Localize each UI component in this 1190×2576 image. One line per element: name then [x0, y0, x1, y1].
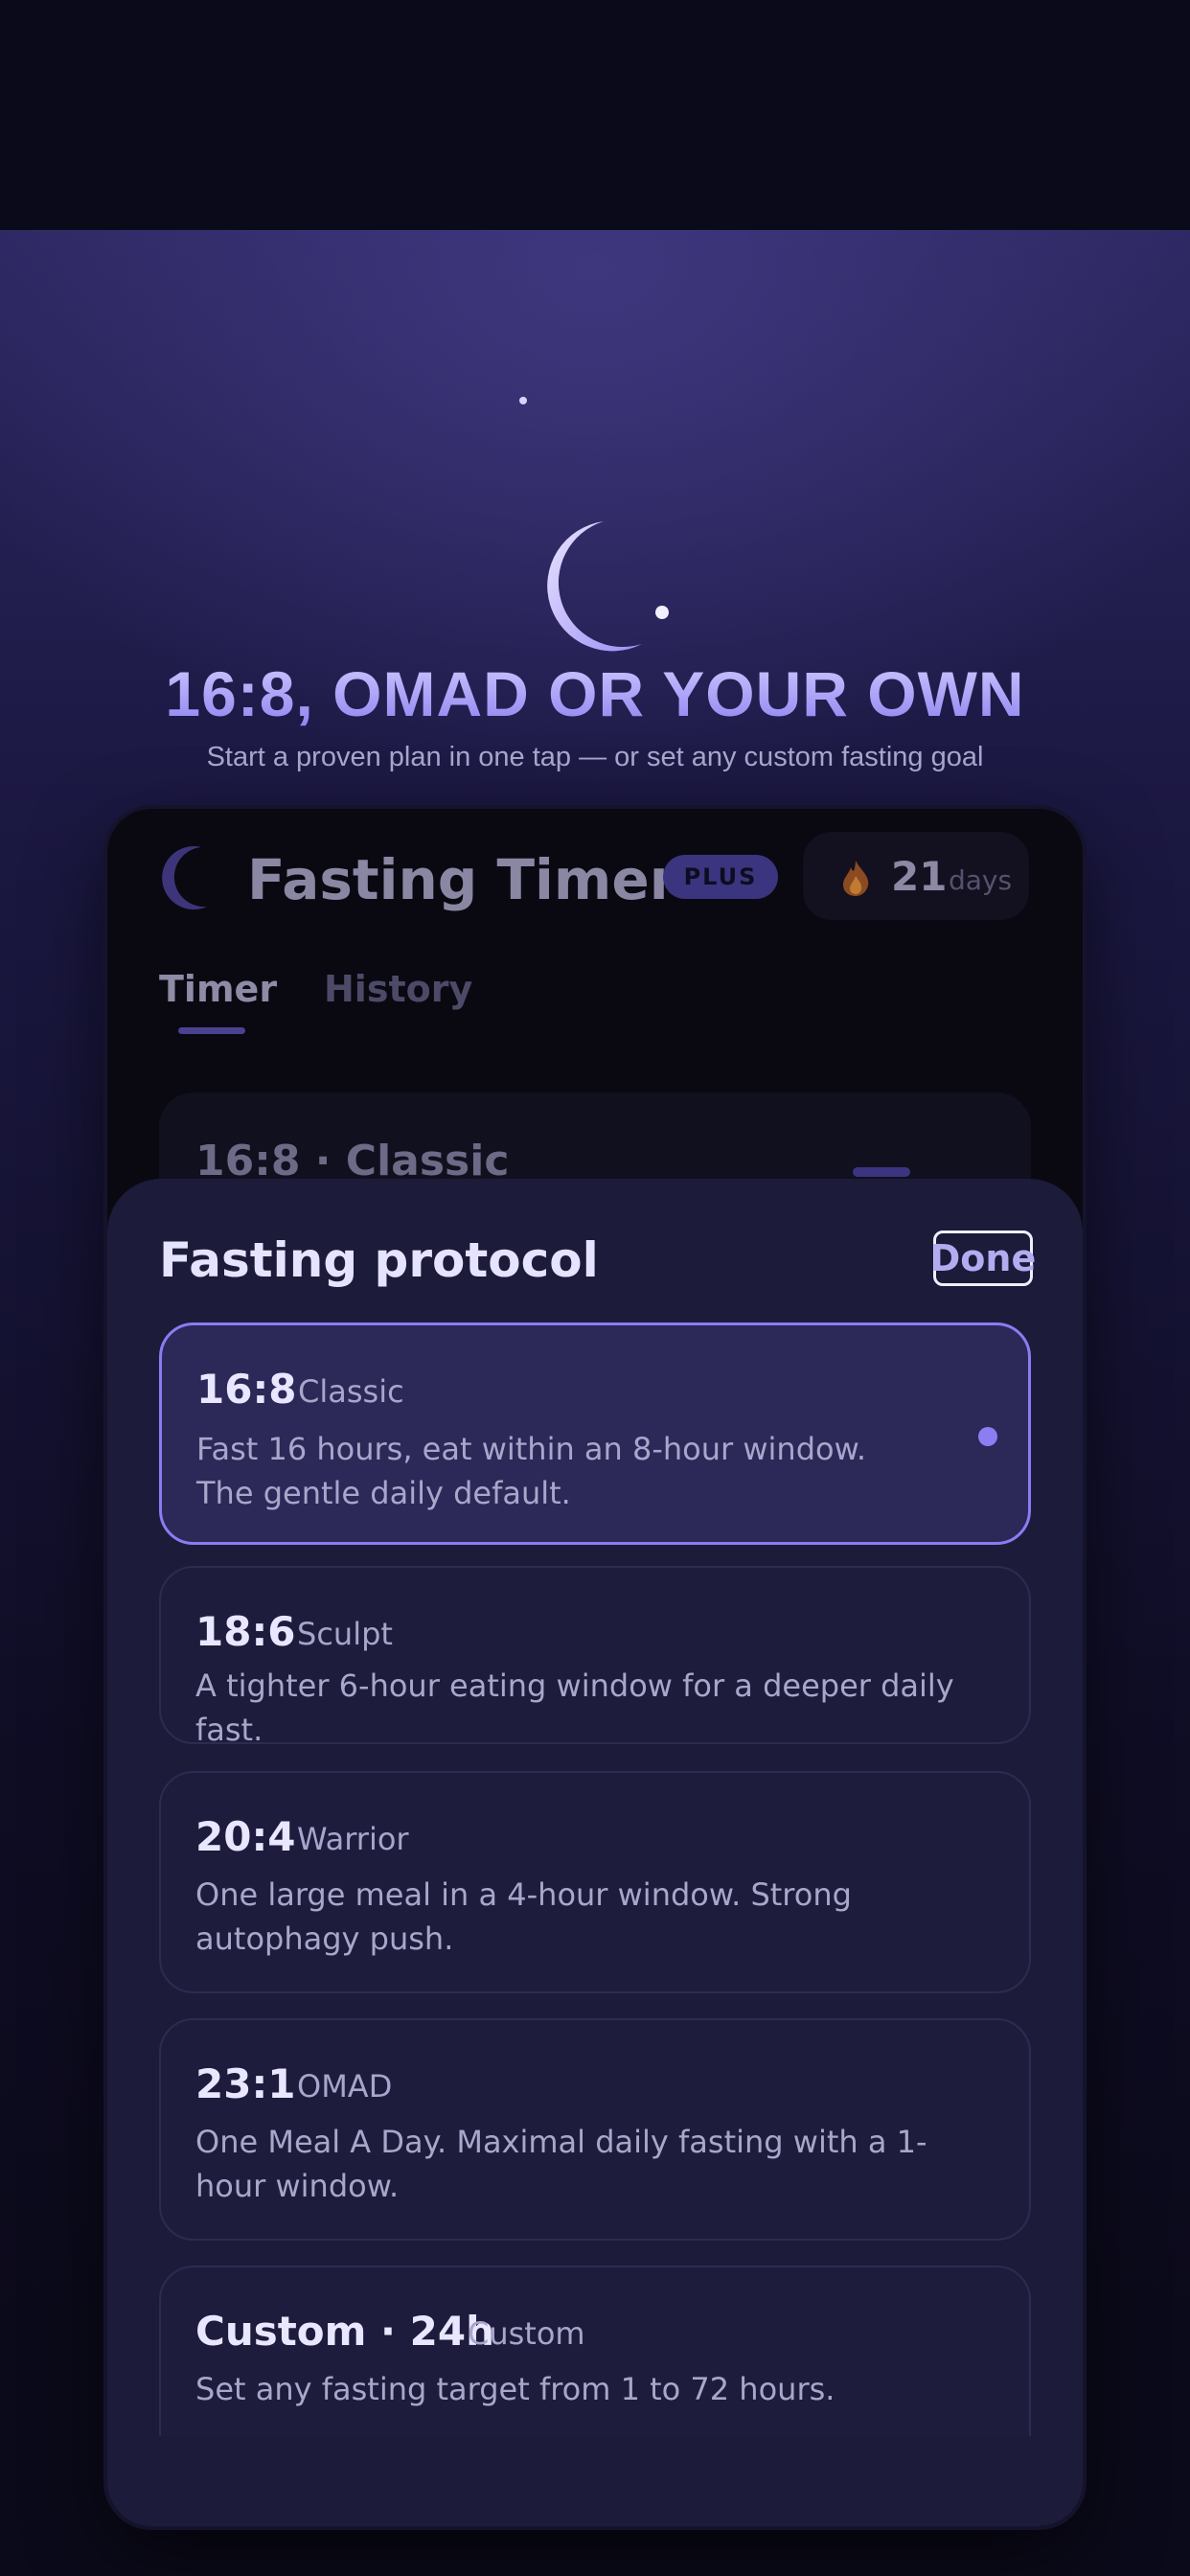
- app-title: Fasting Timer: [247, 847, 677, 912]
- hero-banner: 16:8, OMAD OR YOUR OWN Start a proven pl…: [0, 230, 1190, 2576]
- selected-indicator: [978, 1427, 997, 1446]
- protocol-name: Classic: [298, 1373, 404, 1410]
- streak-count: 21: [891, 853, 948, 900]
- protocol-name: Warrior: [297, 1821, 409, 1857]
- protocol-list[interactable]: 16:8 Classic Fast 16 hours, eat within a…: [107, 1322, 1083, 2436]
- protocol-option-18-6[interactable]: 18:6 Sculpt A tighter 6-hour eating wind…: [159, 1566, 1031, 1748]
- protocol-option-23-1[interactable]: 23:1 OMAD One Meal A Day. Maximal daily …: [159, 2018, 1031, 2241]
- protocol-description: A tighter 6-hour eating window for a dee…: [195, 1668, 954, 1748]
- hero-subline: Start a proven plan in one tap — or set …: [206, 742, 984, 772]
- app-preview: Fasting Timer PLUS 21 days Timer History…: [107, 809, 1083, 2526]
- protocol-ratio: 18:6: [195, 1608, 296, 1655]
- protocol-description: One Meal A Day. Maximal daily fasting wi…: [195, 2124, 927, 2204]
- plus-badge: PLUS: [663, 855, 778, 899]
- star-icon: [519, 397, 527, 404]
- flame-icon: [843, 861, 869, 896]
- change-link-partial: [853, 1167, 910, 1177]
- star-icon: [655, 606, 669, 619]
- protocol-ratio: 20:4: [195, 1813, 296, 1860]
- sheet-title: Fasting protocol: [159, 1232, 599, 1288]
- streak-unit: days: [949, 864, 1013, 896]
- protocol-name: OMAD: [297, 2068, 393, 2104]
- tab-active-indicator: [178, 1027, 245, 1034]
- protocol-ratio: Custom · 24h: [195, 2308, 494, 2355]
- hero-headline: 16:8, OMAD OR YOUR OWN: [0, 657, 1190, 730]
- tab-history[interactable]: History: [324, 968, 472, 1010]
- protocol-description: One large meal in a 4-hour window. Stron…: [195, 1876, 852, 1957]
- tab-timer[interactable]: Timer: [159, 968, 277, 1010]
- protocol-name: Sculpt: [297, 1616, 393, 1652]
- protocol-option-20-4[interactable]: 20:4 Warrior One large meal in a 4-hour …: [159, 1771, 1031, 1993]
- protocol-ratio: 16:8: [196, 1366, 297, 1413]
- moon-logo-icon: [162, 846, 207, 910]
- crescent-moon-icon: [547, 521, 669, 652]
- protocol-sheet: Fasting protocol Done 16:8 Classic Fast …: [107, 1179, 1083, 2526]
- protocol-option-custom[interactable]: Custom · 24h Custom Set any fasting targ…: [159, 2266, 1031, 2436]
- protocol-name: Custom: [468, 2315, 585, 2352]
- protocol-ratio: 23:1: [195, 2060, 296, 2107]
- protocol-description: Set any fasting target from 1 to 72 hour…: [195, 2371, 835, 2407]
- protocol-option-16-8[interactable]: 16:8 Classic Fast 16 hours, eat within a…: [159, 1322, 1031, 1545]
- streak-counter[interactable]: 21 days: [803, 832, 1029, 920]
- done-button[interactable]: Done: [930, 1230, 1036, 1286]
- protocol-description: Fast 16 hours, eat within an 8-hour wind…: [196, 1431, 866, 1511]
